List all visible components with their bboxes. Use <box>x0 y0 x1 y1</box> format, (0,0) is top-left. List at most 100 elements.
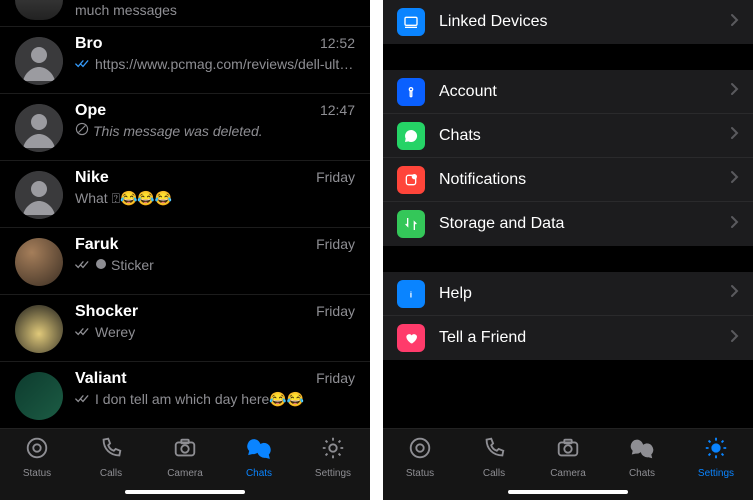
tab-label: Calls <box>100 468 122 479</box>
help-icon: i <box>397 280 425 308</box>
account-icon <box>397 78 425 106</box>
chat-message: much messages <box>75 1 177 20</box>
settings-row-tell[interactable]: Tell a Friend <box>383 316 753 360</box>
avatar <box>15 104 63 152</box>
settings-list[interactable]: Linked Devices Account Chats Notifications S… <box>383 0 753 428</box>
chat-row[interactable]: Bro12:52https://www.pcmag.com/reviews/de… <box>0 27 370 94</box>
chats-icon <box>246 435 272 466</box>
status-icon <box>24 435 50 466</box>
chat-message-row: I don tell am which day here😂😂 <box>75 390 355 409</box>
tab-settings[interactable]: Settings <box>679 435 753 479</box>
read-ticks-icon <box>75 58 91 70</box>
read-ticks-icon <box>75 393 91 405</box>
settings-label: Help <box>439 285 730 303</box>
settings-row-account[interactable]: Account <box>383 70 753 114</box>
settings-label: Chats <box>439 127 730 145</box>
chat-message: Werey <box>95 323 135 342</box>
tab-label: Camera <box>550 468 586 479</box>
chat-message: I don tell am which day here😂😂 <box>95 390 304 409</box>
settings-group: i Help Tell a Friend <box>383 272 753 360</box>
chat-row[interactable]: ValiantFridayI don tell am which day her… <box>0 362 370 428</box>
chat-message: Sticker <box>111 256 154 275</box>
sticker-icon <box>95 256 107 275</box>
phone-settings: Linked Devices Account Chats Notifications S… <box>383 0 753 500</box>
linked-icon <box>397 8 425 36</box>
tab-camera[interactable]: Camera <box>531 435 605 479</box>
avatar <box>15 171 63 219</box>
chat-name: Nike <box>75 169 109 187</box>
status-icon <box>407 435 433 466</box>
settings-label: Tell a Friend <box>439 329 730 347</box>
chat-list[interactable]: much messages Bro12:52https://www.pcmag.… <box>0 0 370 428</box>
settings-row-notif[interactable]: Notifications <box>383 158 753 202</box>
home-indicator <box>125 490 245 494</box>
chat-message-row: https://www.pcmag.com/reviews/dell-ultra… <box>75 55 355 74</box>
avatar <box>15 305 63 353</box>
chat-time: 12:47 <box>320 102 355 118</box>
tab-settings[interactable]: Settings <box>296 435 370 479</box>
settings-row-chats[interactable]: Chats <box>383 114 753 158</box>
notif-icon <box>397 166 425 194</box>
chats-icon <box>397 122 425 150</box>
tab-label: Status <box>23 468 51 479</box>
chat-message-row: Sticker <box>75 256 355 275</box>
chat-row[interactable]: Ope12:47This message was deleted. <box>0 94 370 161</box>
tab-camera[interactable]: Camera <box>148 435 222 479</box>
settings-label: Account <box>439 83 730 101</box>
phone-chats: much messages Bro12:52https://www.pcmag.… <box>0 0 370 500</box>
chevron-right-icon <box>730 13 739 32</box>
settings-group: Linked Devices <box>383 0 753 44</box>
chat-message: https://www.pcmag.com/reviews/dell-ultra… <box>95 55 355 74</box>
read-ticks-icon <box>75 259 91 271</box>
home-indicator <box>508 490 628 494</box>
chat-name: Faruk <box>75 236 119 254</box>
chat-time: Friday <box>316 370 355 386</box>
settings-label: Linked Devices <box>439 13 730 31</box>
chat-time: Friday <box>316 303 355 319</box>
chat-row[interactable]: NikeFridayWhat ⍰😂😂😂 <box>0 161 370 228</box>
tab-label: Camera <box>167 468 203 479</box>
chat-message-row: This message was deleted. <box>75 122 355 141</box>
calls-icon <box>481 435 507 466</box>
chevron-right-icon <box>730 170 739 189</box>
chat-row-partial[interactable]: much messages <box>0 0 370 27</box>
chat-message: This message was deleted. <box>93 122 263 141</box>
tab-bar: Status Calls Camera Chats Settings <box>383 428 753 500</box>
avatar <box>15 0 63 20</box>
tab-chats[interactable]: Chats <box>222 435 296 479</box>
tab-calls[interactable]: Calls <box>457 435 531 479</box>
chat-name: Shocker <box>75 303 138 321</box>
settings-group: Account Chats Notifications Storage and Dat… <box>383 70 753 246</box>
chevron-right-icon <box>730 82 739 101</box>
tell-icon <box>397 324 425 352</box>
storage-icon <box>397 210 425 238</box>
chat-message-row: Werey <box>75 323 355 342</box>
avatar <box>15 37 63 85</box>
chevron-right-icon <box>730 329 739 348</box>
tab-label: Chats <box>629 468 655 479</box>
tab-label: Settings <box>698 468 734 479</box>
tab-label: Status <box>406 468 434 479</box>
avatar <box>15 238 63 286</box>
settings-icon <box>320 435 346 466</box>
chevron-right-icon <box>730 126 739 145</box>
chat-row[interactable]: Shocker Friday Werey <box>0 295 370 362</box>
tab-status[interactable]: Status <box>0 435 74 479</box>
tab-label: Settings <box>315 468 351 479</box>
settings-row-help[interactable]: i Help <box>383 272 753 316</box>
chat-row[interactable]: FarukFridaySticker <box>0 228 370 295</box>
calls-icon <box>98 435 124 466</box>
settings-icon <box>703 435 729 466</box>
settings-row-linked[interactable]: Linked Devices <box>383 0 753 44</box>
chevron-right-icon <box>730 215 739 234</box>
tab-status[interactable]: Status <box>383 435 457 479</box>
tab-label: Chats <box>246 468 272 479</box>
settings-row-storage[interactable]: Storage and Data <box>383 202 753 246</box>
tab-bar: Status Calls Camera Chats Settings <box>0 428 370 500</box>
chat-time: 12:52 <box>320 35 355 51</box>
chats-icon <box>629 435 655 466</box>
settings-label: Notifications <box>439 171 730 189</box>
tab-chats[interactable]: Chats <box>605 435 679 479</box>
tab-label: Calls <box>483 468 505 479</box>
tab-calls[interactable]: Calls <box>74 435 148 479</box>
